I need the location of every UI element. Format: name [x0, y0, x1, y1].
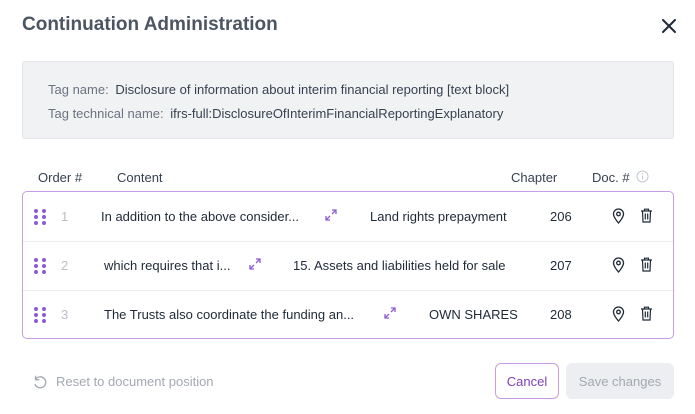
- close-icon[interactable]: [658, 15, 680, 37]
- row-doc-number: 207: [550, 258, 572, 273]
- row-order: 2: [61, 258, 69, 273]
- row-content: The Trusts also coordinate the funding a…: [104, 307, 355, 322]
- continuation-table: 1 In addition to the above consider... L…: [22, 191, 674, 339]
- info-icon[interactable]: [636, 170, 649, 183]
- tag-technical-name-value: ifrs-full:DisclosureOfInterimFinancialRe…: [170, 106, 504, 121]
- expand-icon[interactable]: [325, 209, 337, 221]
- save-changes-button[interactable]: Save changes: [566, 363, 674, 399]
- table-row: 1 In addition to the above consider... L…: [23, 192, 673, 241]
- header-content: Content: [117, 170, 163, 185]
- reset-icon: [34, 375, 47, 389]
- location-pin-icon[interactable]: [612, 208, 625, 224]
- tag-technical-name-line: Tag technical name: ifrs-full:Disclosure…: [48, 106, 503, 121]
- row-chapter: 15. Assets and liabilities held for sale: [293, 258, 506, 273]
- row-order: 3: [61, 307, 69, 322]
- trash-icon[interactable]: [640, 257, 653, 272]
- trash-icon[interactable]: [640, 208, 653, 223]
- row-doc-number: 208: [550, 307, 572, 322]
- cancel-button[interactable]: Cancel: [495, 363, 559, 399]
- table-row: 2 which requires that i... 15. Assets an…: [23, 241, 673, 290]
- location-pin-icon[interactable]: [612, 306, 625, 322]
- tag-name-label: Tag name:: [48, 82, 109, 97]
- expand-icon[interactable]: [249, 258, 261, 270]
- header-doc: Doc. #: [592, 170, 630, 185]
- tag-name-line: Tag name: Disclosure of information abou…: [48, 82, 509, 97]
- table-row: 3 The Trusts also coordinate the funding…: [23, 290, 673, 339]
- row-order: 1: [61, 209, 69, 224]
- header-chapter: Chapter: [511, 170, 558, 185]
- tag-name-value: Disclosure of information about interim …: [115, 82, 510, 97]
- tag-technical-name-label: Tag technical name:: [48, 106, 164, 121]
- trash-icon[interactable]: [640, 306, 653, 321]
- drag-handle-icon[interactable]: [33, 306, 47, 324]
- expand-icon[interactable]: [384, 307, 396, 319]
- drag-handle-icon[interactable]: [33, 257, 47, 275]
- dialog-title: Continuation Administration: [22, 14, 278, 35]
- row-chapter: Land rights prepayment: [370, 209, 507, 224]
- tag-info-panel: Tag name: Disclosure of information abou…: [22, 61, 674, 139]
- drag-handle-icon[interactable]: [33, 208, 47, 226]
- location-pin-icon[interactable]: [612, 257, 625, 273]
- row-content: which requires that i...: [104, 258, 231, 273]
- row-chapter: OWN SHARES: [429, 307, 518, 322]
- row-doc-number: 206: [550, 209, 572, 224]
- header-order: Order #: [38, 170, 83, 185]
- reset-label: Reset to document position: [56, 374, 214, 389]
- row-content: In addition to the above consider...: [101, 209, 300, 224]
